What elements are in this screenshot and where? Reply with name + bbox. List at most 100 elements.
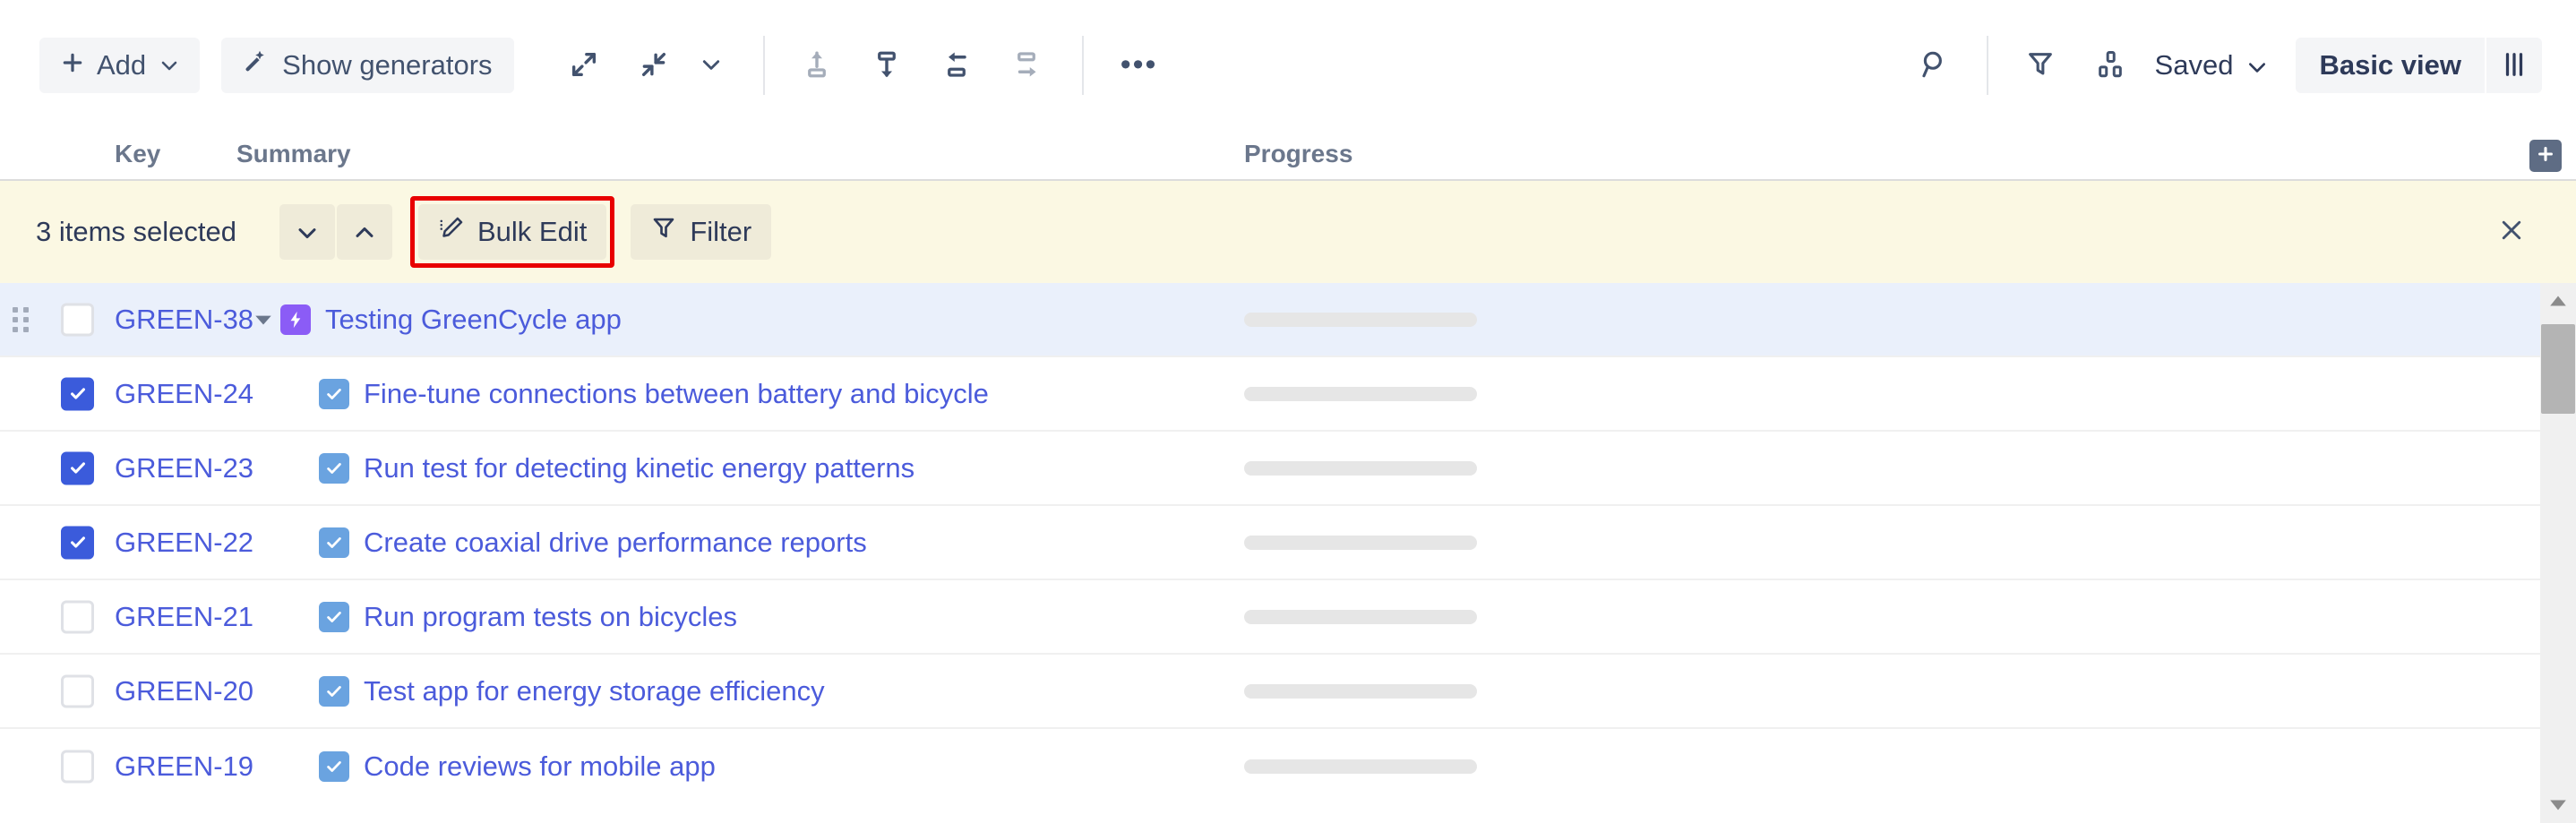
issue-summary-link[interactable]: Run test for detecting kinetic energy pa… (364, 452, 914, 484)
epic-lightning-icon (280, 304, 311, 335)
row-select-checkbox[interactable] (61, 674, 94, 707)
expand-all-button[interactable] (555, 38, 613, 93)
select-previous-button[interactable] (337, 204, 392, 260)
saved-views-label: Saved (2154, 49, 2234, 81)
table-row[interactable]: GREEN-19 Code reviews for mobile app (0, 729, 2576, 803)
expand-level-dropdown[interactable] (683, 38, 740, 93)
bulk-filter-label: Filter (690, 216, 752, 247)
row-select-checkbox[interactable] (61, 377, 94, 410)
table-row[interactable]: GREEN-21 Run program tests on bicycles (0, 580, 2576, 655)
move-down-icon (871, 48, 903, 83)
expand-chevron-icon[interactable] (252, 308, 275, 331)
issue-tree-table-app: Add Show generators ••• Saved Basic view… (0, 0, 2576, 823)
summary-cell: Create coaxial drive performance reports (319, 527, 867, 559)
plus-icon (61, 49, 84, 81)
filter-icon (2025, 49, 2056, 82)
task-check-icon (319, 601, 349, 632)
collapse-all-button[interactable] (625, 38, 683, 93)
column-header-key[interactable]: Key (115, 131, 160, 177)
task-check-icon (319, 378, 349, 409)
column-header-progress[interactable]: Progress (1244, 131, 1352, 177)
indent-button[interactable] (998, 38, 1055, 93)
close-icon (2498, 212, 2525, 253)
drag-handle-icon[interactable] (13, 306, 29, 332)
table-row[interactable]: GREEN-20 Test app for energy storage effi… (0, 655, 2576, 729)
vertical-scrollbar[interactable] (2540, 283, 2576, 823)
bulk-edit-button[interactable]: Bulk Edit (418, 204, 607, 260)
magic-wand-icon (243, 48, 270, 82)
indent-icon (1010, 48, 1043, 83)
row-select-checkbox[interactable] (61, 750, 94, 783)
summary-cell: Code reviews for mobile app (319, 750, 716, 783)
row-select-checkbox[interactable] (61, 600, 94, 633)
bulk-action-bar: 3 items selected Bulk Edit Filter (0, 181, 2576, 283)
move-up-icon (801, 48, 833, 83)
filter-icon (650, 215, 677, 249)
row-select-checkbox[interactable] (61, 303, 94, 336)
issue-key-link[interactable]: GREEN-38 (115, 304, 253, 336)
table-row[interactable]: GREEN-22 Create coaxial drive performance… (0, 506, 2576, 580)
summary-cell: Testing GreenCycle app (280, 304, 622, 336)
scrollbar-thumb[interactable] (2541, 324, 2575, 414)
more-options-button[interactable]: ••• (1111, 38, 1168, 93)
filter-button[interactable] (2012, 38, 2069, 93)
select-next-button[interactable] (279, 204, 335, 260)
issue-summary-link[interactable]: Create coaxial drive performance reports (364, 527, 867, 559)
issue-key-link[interactable]: GREEN-23 (115, 452, 253, 484)
issue-summary-link[interactable]: Test app for energy storage efficiency (364, 675, 825, 707)
progress-bar (1244, 386, 1477, 401)
add-column-icon (2536, 144, 2555, 168)
bulk-edit-label: Bulk Edit (477, 216, 588, 247)
scroll-down-button[interactable] (2540, 787, 2576, 823)
issue-summary-link[interactable]: Testing GreenCycle app (325, 304, 622, 336)
move-up-button[interactable] (788, 38, 846, 93)
issue-summary-link[interactable]: Fine-tune connections between battery an… (364, 378, 989, 410)
issue-key-link[interactable]: GREEN-21 (115, 601, 253, 633)
progress-bar (1244, 759, 1477, 774)
summary-cell: Run test for detecting kinetic energy pa… (319, 452, 914, 484)
progress-bar (1244, 609, 1477, 624)
chevron-up-icon (354, 219, 375, 246)
bulk-filter-button[interactable]: Filter (631, 204, 772, 260)
search-button[interactable] (1906, 38, 1963, 93)
group-by-button[interactable] (2082, 38, 2139, 93)
summary-cell: Fine-tune connections between battery an… (319, 378, 989, 410)
row-select-checkbox[interactable] (61, 451, 94, 484)
outdent-button[interactable] (928, 38, 985, 93)
column-header-row: Key Summary Progress (0, 131, 2576, 181)
columns-button[interactable] (2486, 38, 2542, 93)
table-row[interactable]: GREEN-24 Fine-tune connections between ba… (0, 357, 2576, 432)
show-generators-button[interactable]: Show generators (221, 38, 514, 93)
issue-summary-link[interactable]: Code reviews for mobile app (364, 750, 716, 783)
toolbar-left-group: Add Show generators ••• (0, 36, 1168, 95)
issue-key-link[interactable]: GREEN-19 (115, 750, 253, 783)
task-check-icon (319, 527, 349, 558)
selected-items-count: 3 items selected (36, 216, 236, 247)
issue-key-link[interactable]: GREEN-20 (115, 675, 253, 707)
toolbar-divider-3 (1986, 36, 1988, 95)
issue-key-link[interactable]: GREEN-22 (115, 527, 253, 559)
issue-key-link[interactable]: GREEN-24 (115, 378, 253, 410)
row-select-checkbox[interactable] (61, 526, 94, 559)
issue-summary-link[interactable]: Run program tests on bicycles (364, 601, 737, 633)
table-row[interactable]: GREEN-38 Testing GreenCycle app (0, 283, 2576, 357)
selection-nav-group (279, 204, 392, 260)
close-bulk-bar-button[interactable] (2486, 207, 2537, 257)
add-button-label: Add (97, 49, 147, 81)
collapse-all-icon (639, 49, 669, 82)
basic-view-button[interactable]: Basic view (2296, 38, 2485, 93)
toolbar-divider (762, 36, 765, 95)
saved-views-dropdown[interactable]: Saved (2139, 38, 2277, 93)
task-check-icon (319, 750, 349, 782)
column-header-summary[interactable]: Summary (236, 131, 351, 177)
scroll-up-button[interactable] (2540, 283, 2576, 319)
summary-cell: Test app for energy storage efficiency (319, 675, 825, 707)
add-button[interactable]: Add (39, 38, 201, 93)
task-check-icon (319, 675, 349, 707)
move-down-button[interactable] (858, 38, 915, 93)
progress-bar (1244, 312, 1477, 327)
task-check-icon (319, 452, 349, 484)
table-row[interactable]: GREEN-23 Run test for detecting kinetic e… (0, 432, 2576, 506)
show-generators-label: Show generators (282, 49, 493, 81)
add-column-button[interactable] (2529, 140, 2562, 172)
